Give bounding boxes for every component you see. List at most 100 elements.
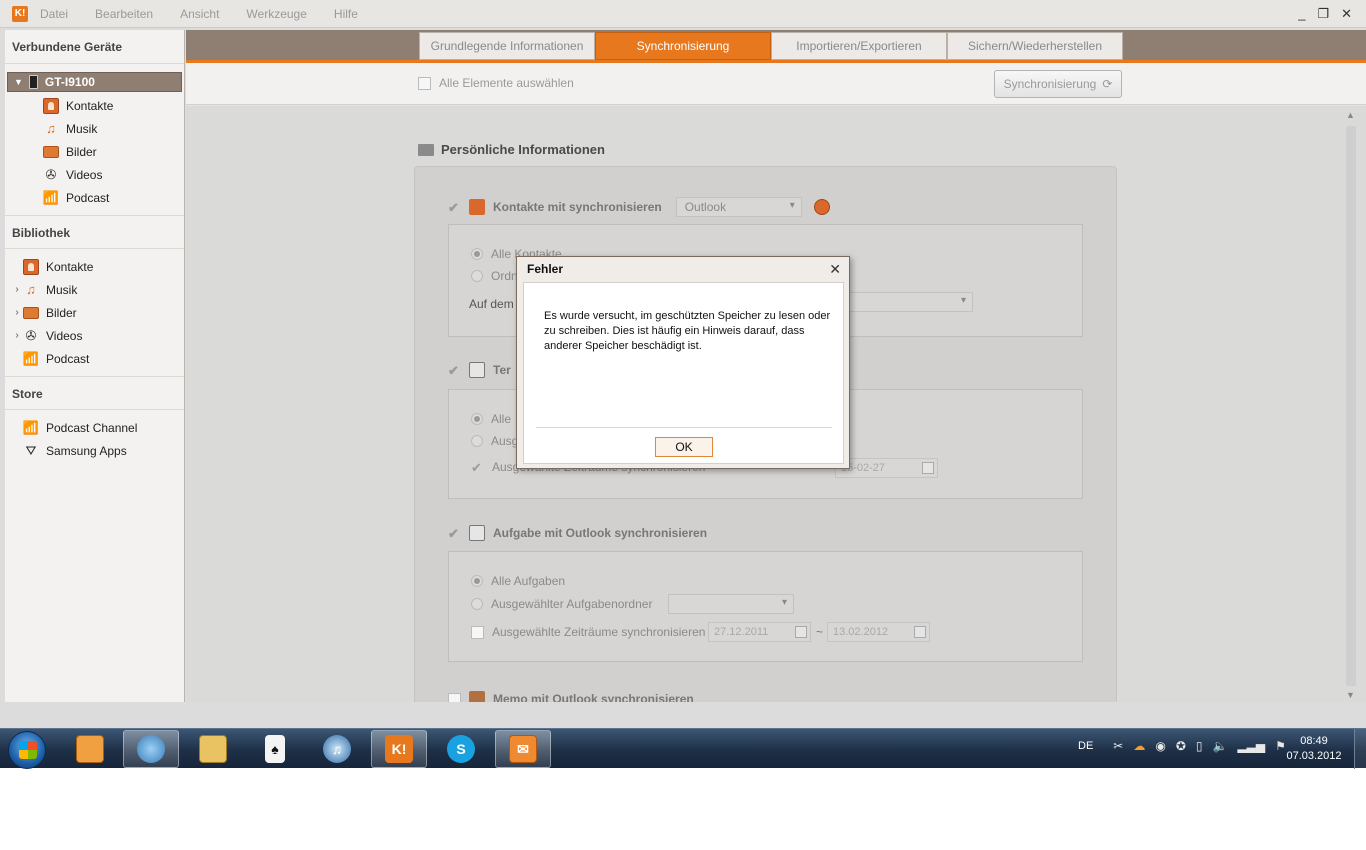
option-label: Alle Aufgaben: [491, 574, 566, 588]
checkbox[interactable]: [448, 692, 461, 702]
task-date-from[interactable]: 27.12.2011: [708, 622, 811, 642]
store-item-samsung-apps[interactable]: ⛛ Samsung Apps: [11, 439, 184, 462]
calendar-icon[interactable]: [922, 462, 934, 474]
info-icon[interactable]: [813, 199, 830, 215]
option-label: Ausg: [491, 434, 519, 448]
calendar-sync-row[interactable]: ✔ Ter: [448, 362, 511, 378]
radio[interactable]: [471, 598, 483, 610]
device-gt-i9100[interactable]: ▼ GT-I9100: [7, 72, 182, 92]
checkbox[interactable]: [471, 625, 484, 639]
check-icon[interactable]: ✔: [471, 461, 484, 474]
task-periods-row[interactable]: Ausgewählte Zeiträume synchronisieren: [471, 625, 705, 639]
clock[interactable]: 08:49 07.03.2012: [1282, 734, 1346, 764]
scroll-up-icon[interactable]: ▲: [1346, 110, 1355, 120]
check-icon[interactable]: ✔: [448, 364, 461, 377]
tab-grundlegende-informationen[interactable]: Grundlegende Informationen: [419, 32, 595, 60]
device-item-podcast[interactable]: 📶 Podcast: [43, 186, 184, 209]
security-icon[interactable]: ✪: [1176, 739, 1186, 753]
check-icon[interactable]: ✔: [448, 201, 461, 214]
taskbar-app-kies[interactable]: K!: [371, 730, 427, 768]
radio[interactable]: [471, 413, 483, 425]
tab-synchronisierung[interactable]: Synchronisierung: [595, 32, 771, 60]
cloud-icon[interactable]: ☁: [1133, 739, 1145, 753]
radio[interactable]: [471, 575, 483, 587]
tab-importieren-exportieren[interactable]: Importieren/Exportieren: [771, 32, 947, 60]
start-button[interactable]: [8, 731, 46, 769]
ok-button[interactable]: OK: [655, 437, 713, 457]
close-button[interactable]: ✕: [1341, 6, 1352, 22]
chevron-right-icon[interactable]: ›: [11, 307, 23, 318]
taskbar-app-explorer[interactable]: [185, 730, 241, 768]
language-indicator[interactable]: DE: [1078, 740, 1093, 752]
menu-datei[interactable]: Datei: [40, 7, 68, 21]
taskbar-app-outlook-contacts[interactable]: [62, 730, 118, 768]
scroll-thumb[interactable]: [1346, 126, 1356, 686]
task-folder-dropdown[interactable]: [668, 594, 794, 614]
menu-ansicht[interactable]: Ansicht: [180, 7, 219, 21]
opt-all-tasks[interactable]: Alle Aufgaben: [471, 574, 565, 588]
taskbar-app-solitaire[interactable]: ♠: [247, 730, 303, 768]
radio[interactable]: [471, 248, 483, 260]
taskbar-app-itunes[interactable]: ♫: [309, 730, 365, 768]
memo-sync-row[interactable]: Memo mit Outlook synchronisieren: [448, 691, 694, 702]
target-dropdown[interactable]: [849, 292, 973, 312]
taskbar-app-browser[interactable]: [123, 730, 179, 768]
check-icon[interactable]: ✔: [448, 527, 461, 540]
memo-sync-label: Memo mit Outlook synchronisieren: [493, 692, 694, 702]
menu-werkzeuge[interactable]: Werkzeuge: [246, 7, 306, 21]
tree-label: Bilder: [46, 305, 77, 320]
opt-folder-contacts[interactable]: Ordn: [471, 269, 518, 283]
chevron-right-icon[interactable]: ›: [11, 284, 23, 295]
tab-sichern-wiederherstellen[interactable]: Sichern/Wiederherstellen: [947, 32, 1123, 60]
checkbox[interactable]: [418, 76, 431, 90]
minimize-button[interactable]: _: [1298, 6, 1305, 22]
scroll-down-icon[interactable]: ▼: [1346, 690, 1355, 700]
taskbar-app-skype[interactable]: S: [433, 730, 489, 768]
device-item-bilder[interactable]: Bilder: [43, 140, 184, 163]
opt-all-calendar[interactable]: Alle: [471, 412, 511, 426]
opt-task-folder[interactable]: Ausgewählter Aufgabenordner: [471, 597, 652, 611]
film-reel-icon: ✇: [45, 166, 57, 182]
contacts-sync-row[interactable]: ✔ Kontakte mit synchronisieren Outlook: [448, 197, 830, 217]
podcast-icon: 📶: [22, 350, 40, 366]
radio[interactable]: [471, 435, 483, 447]
wifi-icon[interactable]: ◉: [1155, 739, 1165, 753]
select-all-checkbox[interactable]: Alle Elemente auswählen: [418, 76, 574, 90]
device-item-musik[interactable]: ♫ Musik: [43, 117, 184, 140]
menu-hilfe[interactable]: Hilfe: [334, 7, 358, 21]
store-title: Store: [5, 376, 184, 410]
opt-selected-calendar[interactable]: Ausg: [471, 434, 518, 448]
battery-icon[interactable]: ▯: [1196, 739, 1203, 753]
tasks-sync-row[interactable]: ✔ Aufgabe mit Outlook synchronisieren: [448, 525, 707, 541]
option-label: Ausgewählter Aufgabenordner: [491, 597, 653, 611]
vertical-scrollbar[interactable]: ▲ ▼: [1344, 110, 1358, 700]
library-item-podcast[interactable]: 📶 Podcast: [11, 347, 184, 370]
device-item-kontakte[interactable]: Kontakte: [43, 94, 184, 117]
volume-icon[interactable]: 🔈: [1213, 739, 1228, 753]
library-item-videos[interactable]: › ✇ Videos: [11, 324, 184, 347]
chevron-right-icon[interactable]: ›: [11, 330, 23, 341]
contacts-source-dropdown[interactable]: Outlook: [675, 197, 802, 217]
taskbar-app-mail[interactable]: ✉: [495, 730, 551, 768]
menu-bearbeiten[interactable]: Bearbeiten: [95, 7, 153, 21]
show-desktop-button[interactable]: [1354, 729, 1366, 769]
signal-icon[interactable]: ▂▃▅: [1237, 739, 1265, 753]
contacts-app-icon: [76, 735, 104, 763]
chevron-down-icon[interactable]: ▼: [14, 77, 23, 87]
dialog-close-button[interactable]: ✕: [829, 261, 841, 278]
calendar-date-to[interactable]: 15-02-27: [835, 458, 938, 478]
library-item-musik[interactable]: › ♫ Musik: [11, 278, 184, 301]
maximize-button[interactable]: ❐: [1317, 6, 1329, 22]
radio[interactable]: [471, 270, 483, 282]
calendar-icon[interactable]: [914, 626, 926, 638]
task-date-to[interactable]: 13.02.2012: [827, 622, 930, 642]
contacts-icon: [23, 258, 39, 275]
library-item-kontakte[interactable]: Kontakte: [11, 255, 184, 278]
sync-button[interactable]: Synchronisierung ⟳: [994, 70, 1122, 98]
store-item-podcast-channel[interactable]: 📶 Podcast Channel: [11, 416, 184, 439]
library-item-bilder[interactable]: › Bilder: [11, 301, 184, 324]
calendar-icon[interactable]: [795, 626, 807, 638]
device-item-videos[interactable]: ✇ Videos: [43, 163, 184, 186]
tools-icon[interactable]: ✂: [1113, 739, 1123, 753]
contacts-icon: [469, 199, 485, 215]
